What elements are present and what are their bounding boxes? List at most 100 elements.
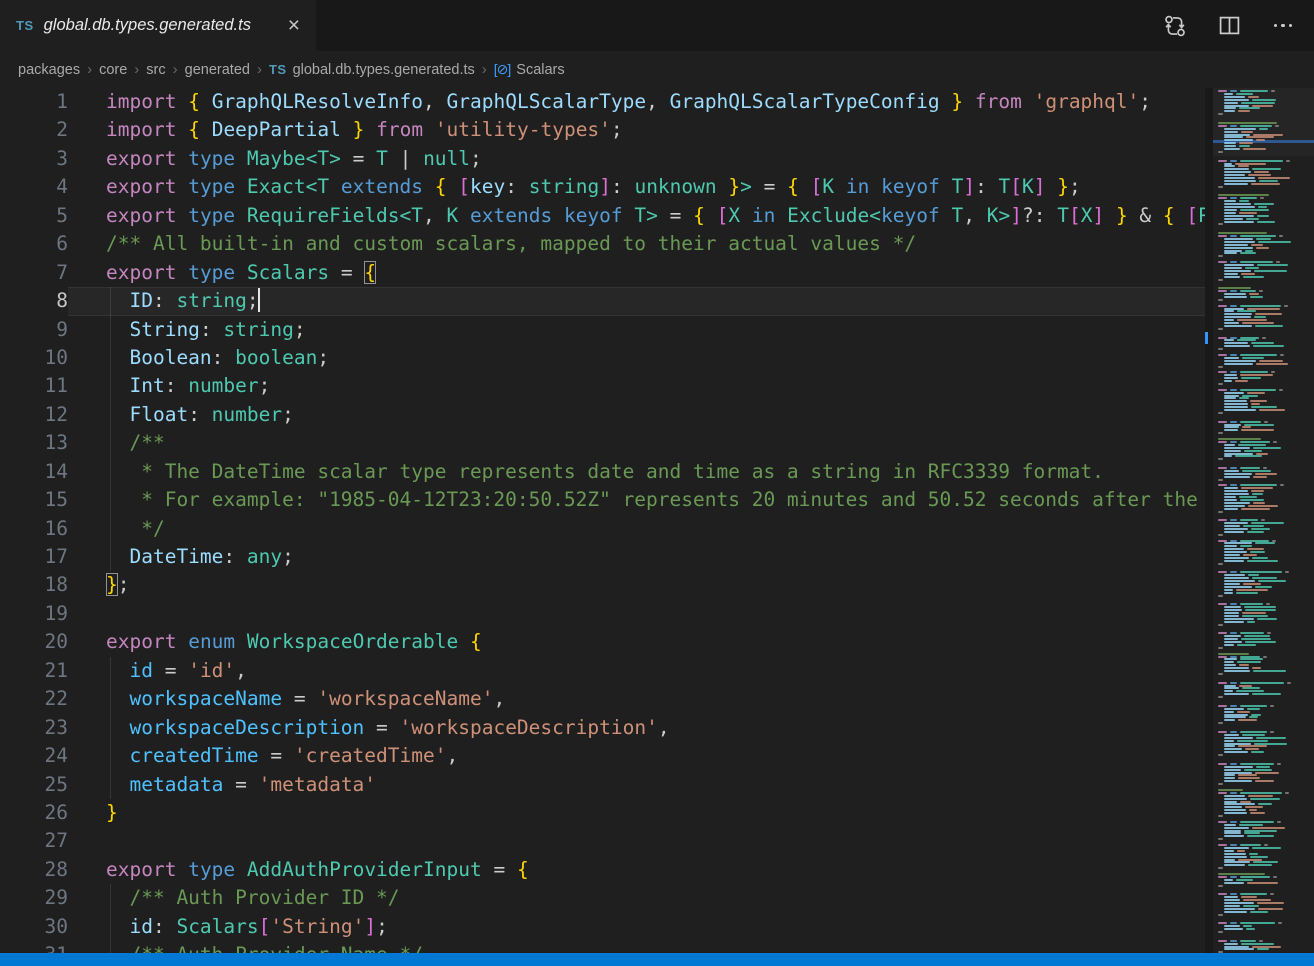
code-line[interactable]: 27	[0, 827, 1205, 855]
code-line[interactable]: 17 DateTime: any;	[0, 543, 1205, 571]
chevron-right-icon: ›	[482, 61, 487, 78]
line-number: 22	[0, 685, 68, 713]
breadcrumb-item-core[interactable]: core	[99, 62, 127, 78]
code-line[interactable]: 26}	[0, 799, 1205, 827]
indent-guide	[110, 372, 111, 400]
breadcrumb-item-src[interactable]: src	[146, 62, 165, 78]
line-number: 27	[0, 827, 68, 855]
line-number: 30	[0, 913, 68, 941]
tab-global-db-types[interactable]: TS global.db.types.generated.ts ×	[0, 0, 316, 51]
code-line[interactable]: 15 * For example: "1985-04-12T23:20:50.5…	[0, 486, 1205, 514]
tab-title: global.db.types.generated.ts	[44, 16, 274, 35]
code-editor[interactable]: 1import { GraphQLResolveInfo, GraphQLSca…	[0, 88, 1205, 953]
split-editor-icon[interactable]	[1216, 13, 1242, 39]
code-line[interactable]: 31 /** Auth Provider Name */	[0, 941, 1205, 953]
code-line[interactable]: 3export type Maybe<T> = T | null;	[0, 145, 1205, 173]
code-line[interactable]: 30 id: Scalars['String'];	[0, 913, 1205, 941]
line-number: 31	[0, 941, 68, 953]
tab-bar: TS global.db.types.generated.ts ×	[0, 0, 1314, 51]
overview-ruler-decoration	[1205, 332, 1208, 344]
code-line[interactable]: 23 workspaceDescription = 'workspaceDesc…	[0, 714, 1205, 742]
code-line[interactable]: 11 Int: number;	[0, 372, 1205, 400]
code-line[interactable]: 6/** All built-in and custom scalars, ma…	[0, 230, 1205, 258]
code-line[interactable]: 14 * The DateTime scalar type represents…	[0, 458, 1205, 486]
status-bar	[0, 953, 1314, 966]
code-line[interactable]: 7export type Scalars = {	[0, 259, 1205, 287]
indent-guide	[110, 543, 111, 571]
code-line[interactable]: 2import { DeepPartial } from 'utility-ty…	[0, 116, 1205, 144]
indent-guide	[110, 657, 111, 685]
line-number: 9	[0, 316, 68, 344]
typescript-file-icon: TS	[269, 62, 287, 77]
indent-guide	[110, 429, 111, 457]
code-line[interactable]: 9 String: string;	[0, 316, 1205, 344]
indent-guide	[110, 771, 111, 799]
line-number: 3	[0, 145, 68, 173]
code-line[interactable]: 18};	[0, 571, 1205, 599]
typescript-file-icon: TS	[16, 18, 34, 33]
chevron-right-icon: ›	[173, 61, 178, 78]
line-number: 7	[0, 259, 68, 287]
code-line[interactable]: 22 workspaceName = 'workspaceName',	[0, 685, 1205, 713]
indent-guide	[110, 401, 111, 429]
chevron-right-icon: ›	[134, 61, 139, 78]
vscode-window: TS global.db.types.generated.ts ×	[0, 0, 1314, 966]
line-number: 8	[0, 287, 68, 315]
close-icon[interactable]: ×	[284, 15, 304, 36]
symbol-type-icon: [⊘]	[494, 61, 511, 78]
line-number: 20	[0, 628, 68, 656]
code-line[interactable]: 28export type AddAuthProviderInput = {	[0, 856, 1205, 884]
minimap[interactable]	[1213, 88, 1314, 953]
code-line[interactable]: 10 Boolean: boolean;	[0, 344, 1205, 372]
line-number: 21	[0, 657, 68, 685]
breadcrumb-item-generated[interactable]: generated	[185, 62, 250, 78]
breadcrumb-item-symbol[interactable]: [⊘] Scalars	[494, 61, 565, 78]
breadcrumb-item-packages[interactable]: packages	[18, 62, 80, 78]
code-line[interactable]: 8 ID: string;	[0, 287, 1205, 315]
chevron-right-icon: ›	[87, 61, 92, 78]
text-cursor	[258, 288, 260, 312]
line-number: 6	[0, 230, 68, 258]
indent-guide	[110, 344, 111, 372]
line-number: 26	[0, 799, 68, 827]
line-number: 17	[0, 543, 68, 571]
indent-guide	[110, 458, 111, 486]
code-line[interactable]: 4export type Exact<T extends { [key: str…	[0, 173, 1205, 201]
code-line[interactable]: 24 createdTime = 'createdTime',	[0, 742, 1205, 770]
line-number: 2	[0, 116, 68, 144]
chevron-right-icon: ›	[257, 61, 262, 78]
indent-guide	[110, 742, 111, 770]
indent-guide	[110, 685, 111, 713]
editor-actions	[1162, 0, 1314, 51]
line-number: 23	[0, 714, 68, 742]
code-line[interactable]: 20export enum WorkspaceOrderable {	[0, 628, 1205, 656]
indent-guide	[110, 714, 111, 742]
more-actions-icon[interactable]	[1270, 13, 1296, 39]
breadcrumb-item-file[interactable]: TS global.db.types.generated.ts	[269, 62, 475, 78]
line-number: 15	[0, 486, 68, 514]
code-line[interactable]: 12 Float: number;	[0, 401, 1205, 429]
code-line[interactable]: 21 id = 'id',	[0, 657, 1205, 685]
code-line[interactable]: 19	[0, 600, 1205, 628]
line-number: 14	[0, 458, 68, 486]
line-number: 4	[0, 173, 68, 201]
indent-guide	[110, 913, 111, 941]
line-number: 12	[0, 401, 68, 429]
indent-guide	[110, 941, 111, 953]
line-number: 24	[0, 742, 68, 770]
open-changes-icon[interactable]	[1162, 13, 1188, 39]
line-number: 18	[0, 571, 68, 599]
indent-guide	[110, 287, 111, 315]
code-line[interactable]: 1import { GraphQLResolveInfo, GraphQLSca…	[0, 88, 1205, 116]
indent-guide	[110, 486, 111, 514]
line-number: 13	[0, 429, 68, 457]
indent-guide	[110, 515, 111, 543]
code-line[interactable]: 29 /** Auth Provider ID */	[0, 884, 1205, 912]
code-line[interactable]: 25 metadata = 'metadata'	[0, 771, 1205, 799]
line-number: 10	[0, 344, 68, 372]
code-line[interactable]: 16 */	[0, 515, 1205, 543]
code-line[interactable]: 13 /**	[0, 429, 1205, 457]
line-number: 5	[0, 202, 68, 230]
code-line[interactable]: 5export type RequireFields<T, K extends …	[0, 202, 1205, 230]
line-number: 28	[0, 856, 68, 884]
